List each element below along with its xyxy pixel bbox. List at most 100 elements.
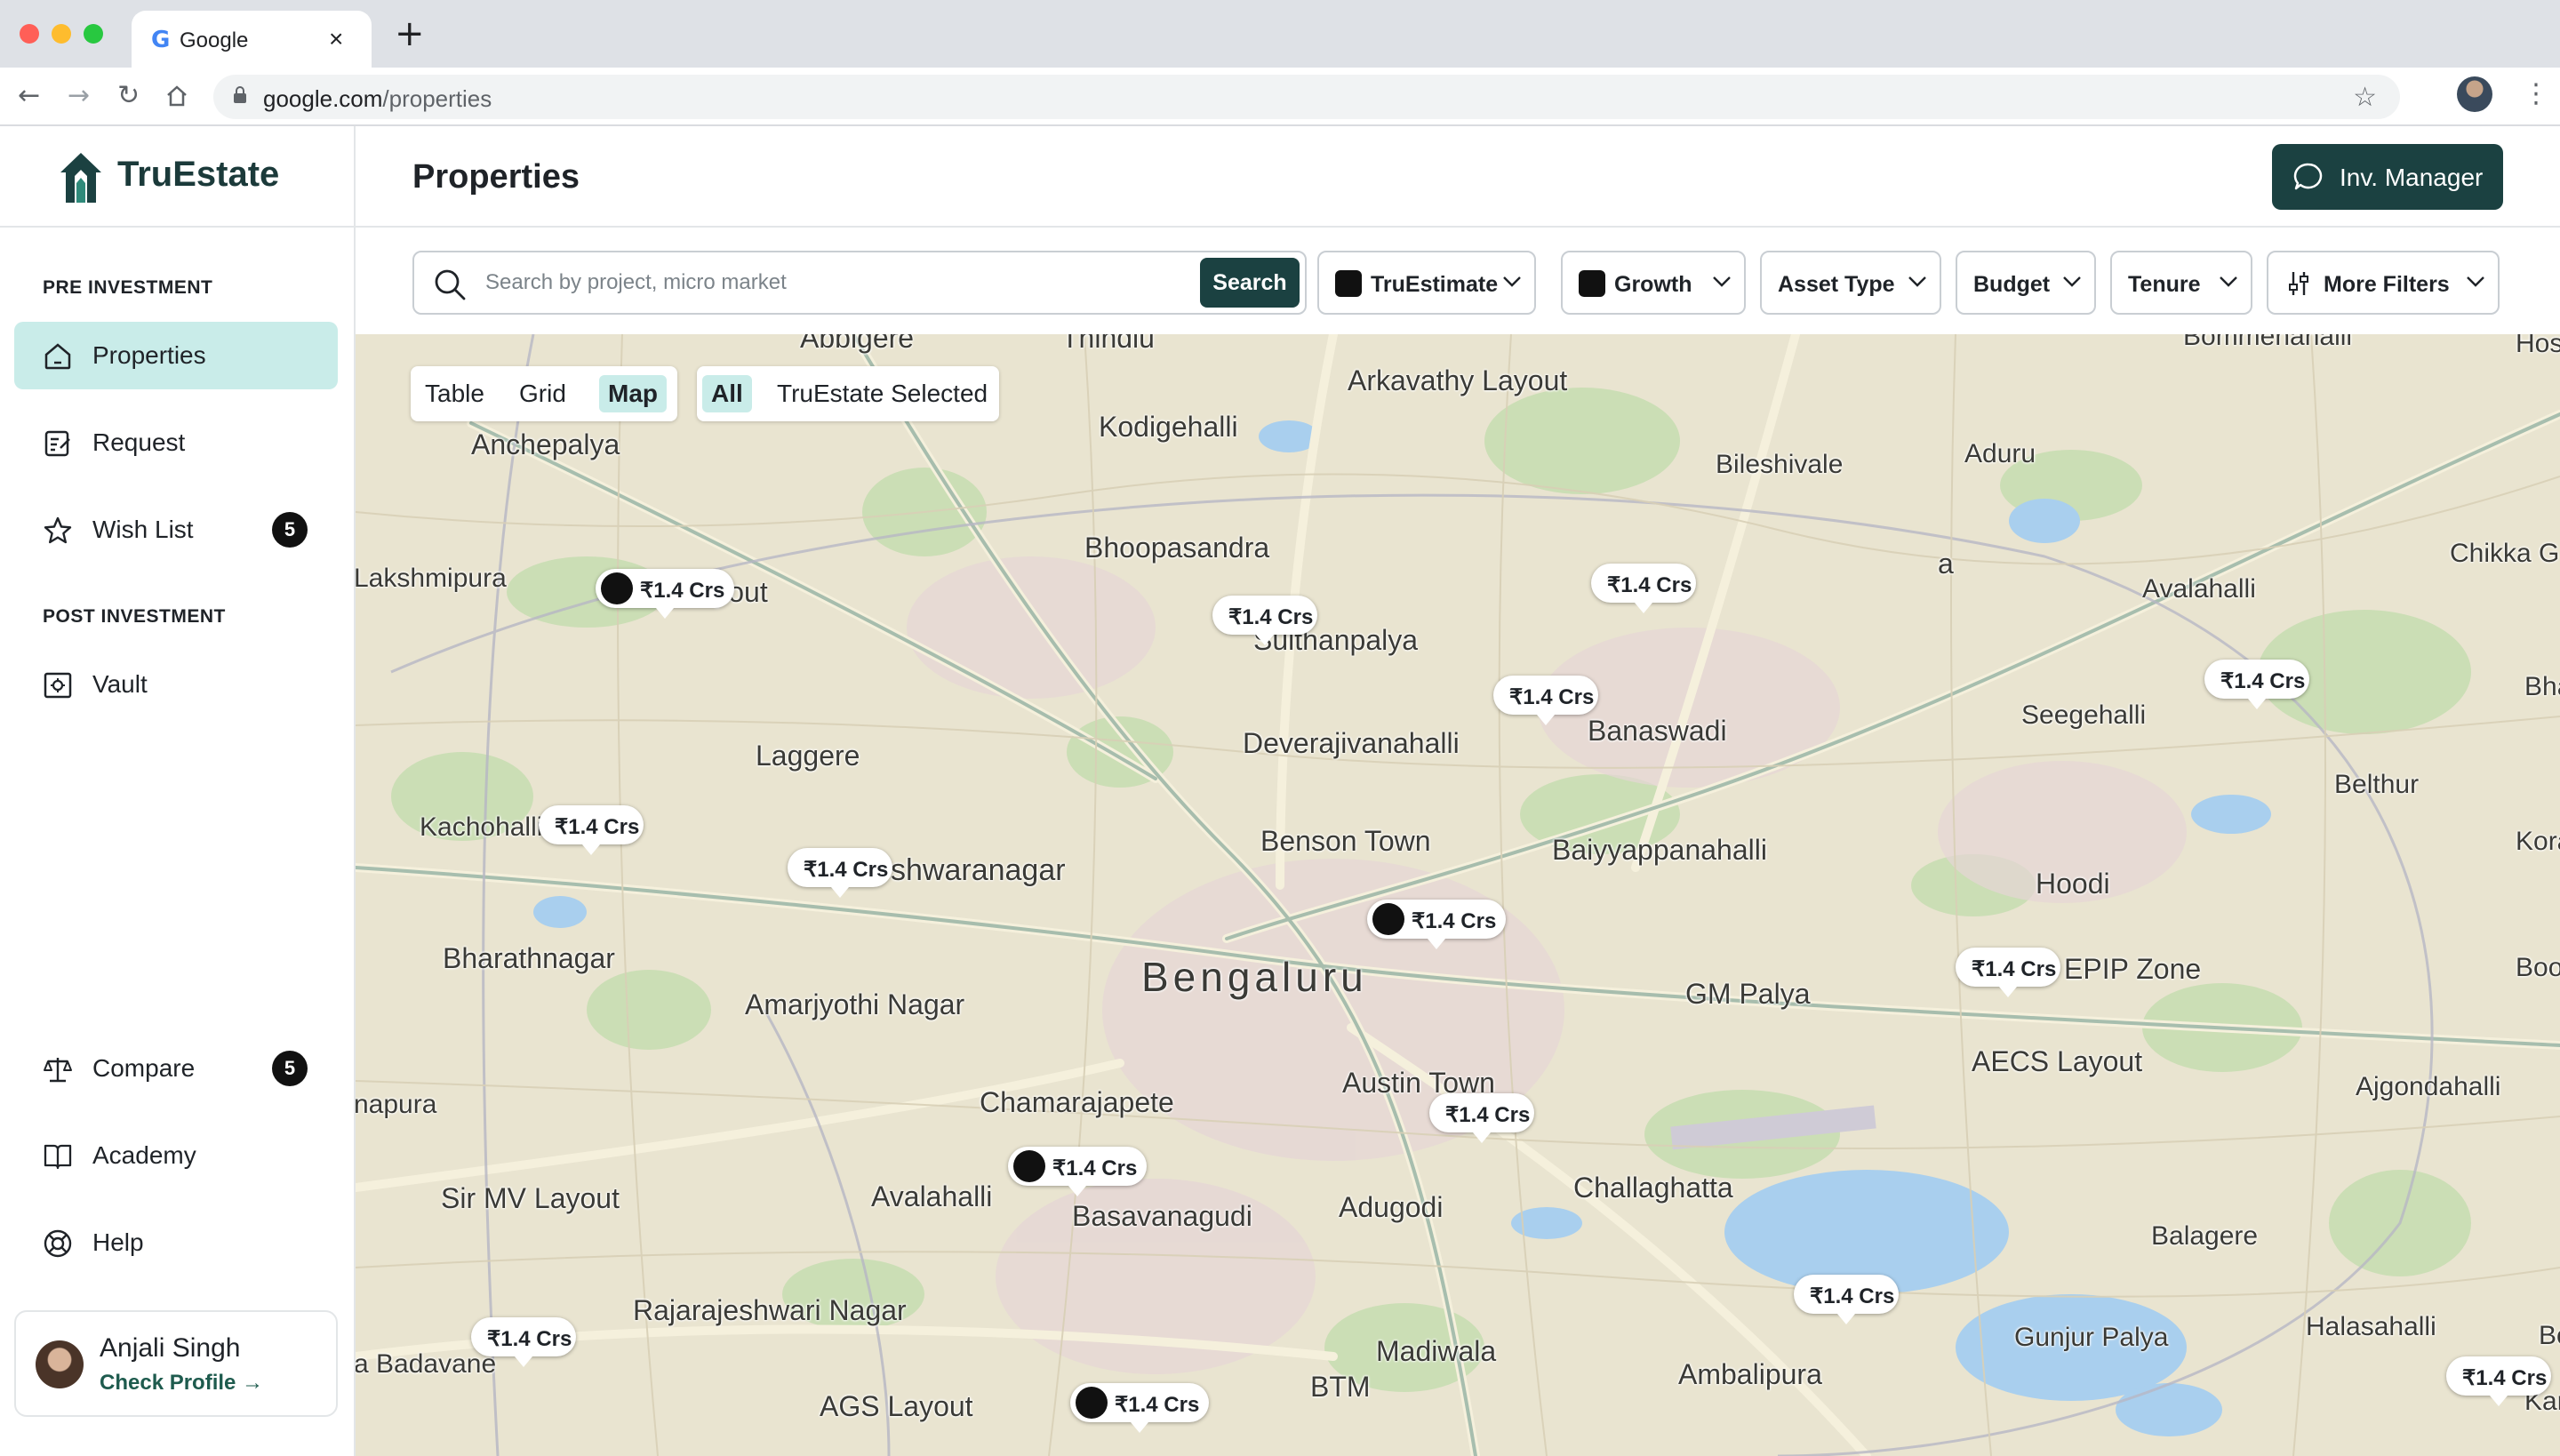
- tab-table-view[interactable]: Table: [416, 375, 493, 412]
- pin-price: ₹1.4 Crs: [1972, 957, 2057, 981]
- property-pin[interactable]: ₹1.4 Crs: [596, 569, 734, 619]
- map-label: napura: [356, 1090, 437, 1119]
- dropdown-label: Budget: [1973, 272, 2051, 297]
- property-pin[interactable]: ₹1.4 Crs: [1429, 1093, 1534, 1143]
- tab-truestate-selected[interactable]: TruEstate Selected: [768, 375, 996, 412]
- more-filters-dropdown[interactable]: More Filters: [2267, 251, 2500, 315]
- sidebar-item-wish-list[interactable]: Wish List 5: [14, 496, 338, 564]
- map-label: Balagere: [2151, 1221, 2259, 1251]
- property-pin[interactable]: ₹1.4 Crs: [788, 848, 892, 898]
- map-label: BTM: [1310, 1371, 1371, 1403]
- growth-dropdown[interactable]: Growth: [1561, 251, 1746, 315]
- dropdown-label: TruEstimate: [1371, 272, 1499, 297]
- new-tab-button[interactable]: +: [395, 16, 425, 52]
- property-pin[interactable]: ₹1.4 Crs: [1493, 676, 1598, 725]
- sidebar-item-label: Vault: [92, 670, 148, 698]
- property-pin[interactable]: ₹1.4 Crs: [1794, 1275, 1899, 1324]
- map-label: Seegehalli: [2021, 700, 2147, 730]
- map-label: Thindlu: [1061, 334, 1155, 354]
- map-label: Bharathnagar: [443, 942, 615, 974]
- truestate-pin-icon: [601, 572, 633, 604]
- tab-grid-view[interactable]: Grid: [510, 375, 575, 412]
- back-arrow-icon[interactable]: ←: [18, 80, 40, 112]
- truestate-badge-icon: [1335, 270, 1362, 297]
- property-pin[interactable]: ₹1.4 Crs: [1212, 596, 1317, 645]
- map-label: Basavanagudi: [1072, 1200, 1252, 1232]
- map-label: Amarjyothi Nagar: [745, 988, 965, 1020]
- browser-tab[interactable]: G Google ×: [132, 11, 372, 68]
- chevron-down-icon: [2467, 276, 2484, 287]
- asset-type-dropdown[interactable]: Asset Type: [1760, 251, 1941, 315]
- truestate-pin-icon: [1372, 903, 1404, 935]
- sidebar-item-academy[interactable]: Academy: [14, 1122, 338, 1189]
- property-pin[interactable]: ₹1.4 Crs: [471, 1317, 576, 1367]
- property-pin[interactable]: ₹1.4 Crs: [1956, 948, 2060, 997]
- sidebar-item-label: Help: [92, 1228, 144, 1256]
- pin-price: ₹1.4 Crs: [1412, 909, 1497, 933]
- map-label: AGS Layout: [820, 1390, 973, 1422]
- browser-profile-avatar[interactable]: [2457, 76, 2492, 112]
- map-label: a Badavane: [356, 1349, 497, 1379]
- sidebar-item-help[interactable]: Help: [14, 1209, 338, 1276]
- lock-icon: [234, 86, 246, 103]
- truestimate-dropdown[interactable]: TruEstimate: [1317, 251, 1536, 315]
- tab-map-view[interactable]: Map: [599, 375, 667, 412]
- minimize-window-button[interactable]: [52, 24, 71, 44]
- chevron-down-icon: [2063, 276, 2081, 287]
- address-bar[interactable]: google.com/properties ☆: [213, 75, 2400, 119]
- bookmark-star-icon[interactable]: ☆: [2353, 82, 2377, 113]
- post-investment-label: POST INVESTMENT: [43, 606, 226, 627]
- budget-dropdown[interactable]: Budget: [1956, 251, 2096, 315]
- property-pin[interactable]: ₹1.4 Crs: [1070, 1383, 1209, 1433]
- sidebar-item-vault[interactable]: Vault: [14, 651, 338, 718]
- map-label: Bommenahalli: [2183, 334, 2353, 351]
- maximize-window-button[interactable]: [84, 24, 103, 44]
- chevron-down-icon: [1908, 276, 1926, 287]
- dropdown-label: Growth: [1614, 272, 1692, 297]
- pin-price: ₹1.4 Crs: [1228, 605, 1314, 629]
- map-label: Avalahalli: [871, 1180, 993, 1212]
- compare-count-badge: 5: [272, 1051, 308, 1086]
- map-label: EPIP Zone: [2064, 953, 2202, 985]
- url-text: google.com/properties: [263, 85, 492, 113]
- map-label: Ambalipura: [1678, 1358, 1822, 1390]
- search-button[interactable]: Search: [1200, 258, 1300, 308]
- browser-menu-icon[interactable]: ⋮: [2523, 78, 2549, 109]
- pin-price: ₹1.4 Crs: [804, 858, 889, 882]
- home-icon: [44, 343, 71, 370]
- home-button-icon[interactable]: [165, 80, 188, 116]
- dropdown-label: Asset Type: [1778, 272, 1895, 297]
- search-input[interactable]: [485, 265, 1054, 300]
- chevron-down-icon: [1503, 276, 1521, 287]
- property-pin[interactable]: ₹1.4 Crs: [2446, 1356, 2551, 1406]
- forward-arrow-icon[interactable]: →: [68, 80, 90, 112]
- sidebar-item-properties[interactable]: Properties: [14, 322, 338, 389]
- sidebar-item-label: Properties: [92, 341, 206, 369]
- map-label: Bhakt: [2524, 672, 2560, 701]
- reload-icon[interactable]: ↻: [117, 80, 140, 112]
- map-label: Rajarajeshwari Nagar: [633, 1294, 907, 1326]
- map-label: Baiyyappanahalli: [1552, 834, 1767, 866]
- map-label: Ajgondahalli: [2356, 1072, 2501, 1101]
- tab-all[interactable]: All: [702, 375, 752, 412]
- growth-badge-icon: [1579, 270, 1605, 297]
- sliders-icon: [2289, 272, 2308, 295]
- map-view[interactable]: Abbigere Thindlu Arkavathy Layout Bommen…: [356, 334, 2560, 1456]
- sidebar-item-request[interactable]: Request: [14, 409, 338, 476]
- check-profile-link[interactable]: Check Profile →: [100, 1371, 263, 1396]
- property-pin[interactable]: ₹1.4 Crs: [1591, 564, 1696, 613]
- sidebar: TruEstate PRE INVESTMENT Properties Requ…: [0, 126, 356, 1456]
- inv-manager-button[interactable]: Inv. Manager: [2272, 144, 2503, 210]
- tab-close-icon[interactable]: ×: [329, 25, 343, 53]
- selection-toggle: All TruEstate Selected: [697, 366, 999, 421]
- property-pin[interactable]: ₹1.4 Crs: [539, 805, 644, 855]
- property-pin[interactable]: ₹1.4 Crs: [1367, 900, 1506, 949]
- map-label: Gunjur Palya: [2014, 1323, 2169, 1352]
- property-pin[interactable]: ₹1.4 Crs: [2204, 660, 2309, 709]
- close-window-button[interactable]: [20, 24, 39, 44]
- map-label: Bengaluru: [1141, 954, 1368, 1000]
- user-profile-card[interactable]: Anjali Singh Check Profile →: [14, 1310, 338, 1417]
- sidebar-item-compare[interactable]: Compare 5: [14, 1035, 338, 1102]
- property-pin[interactable]: ₹1.4 Crs: [1008, 1147, 1147, 1196]
- tenure-dropdown[interactable]: Tenure: [2110, 251, 2252, 315]
